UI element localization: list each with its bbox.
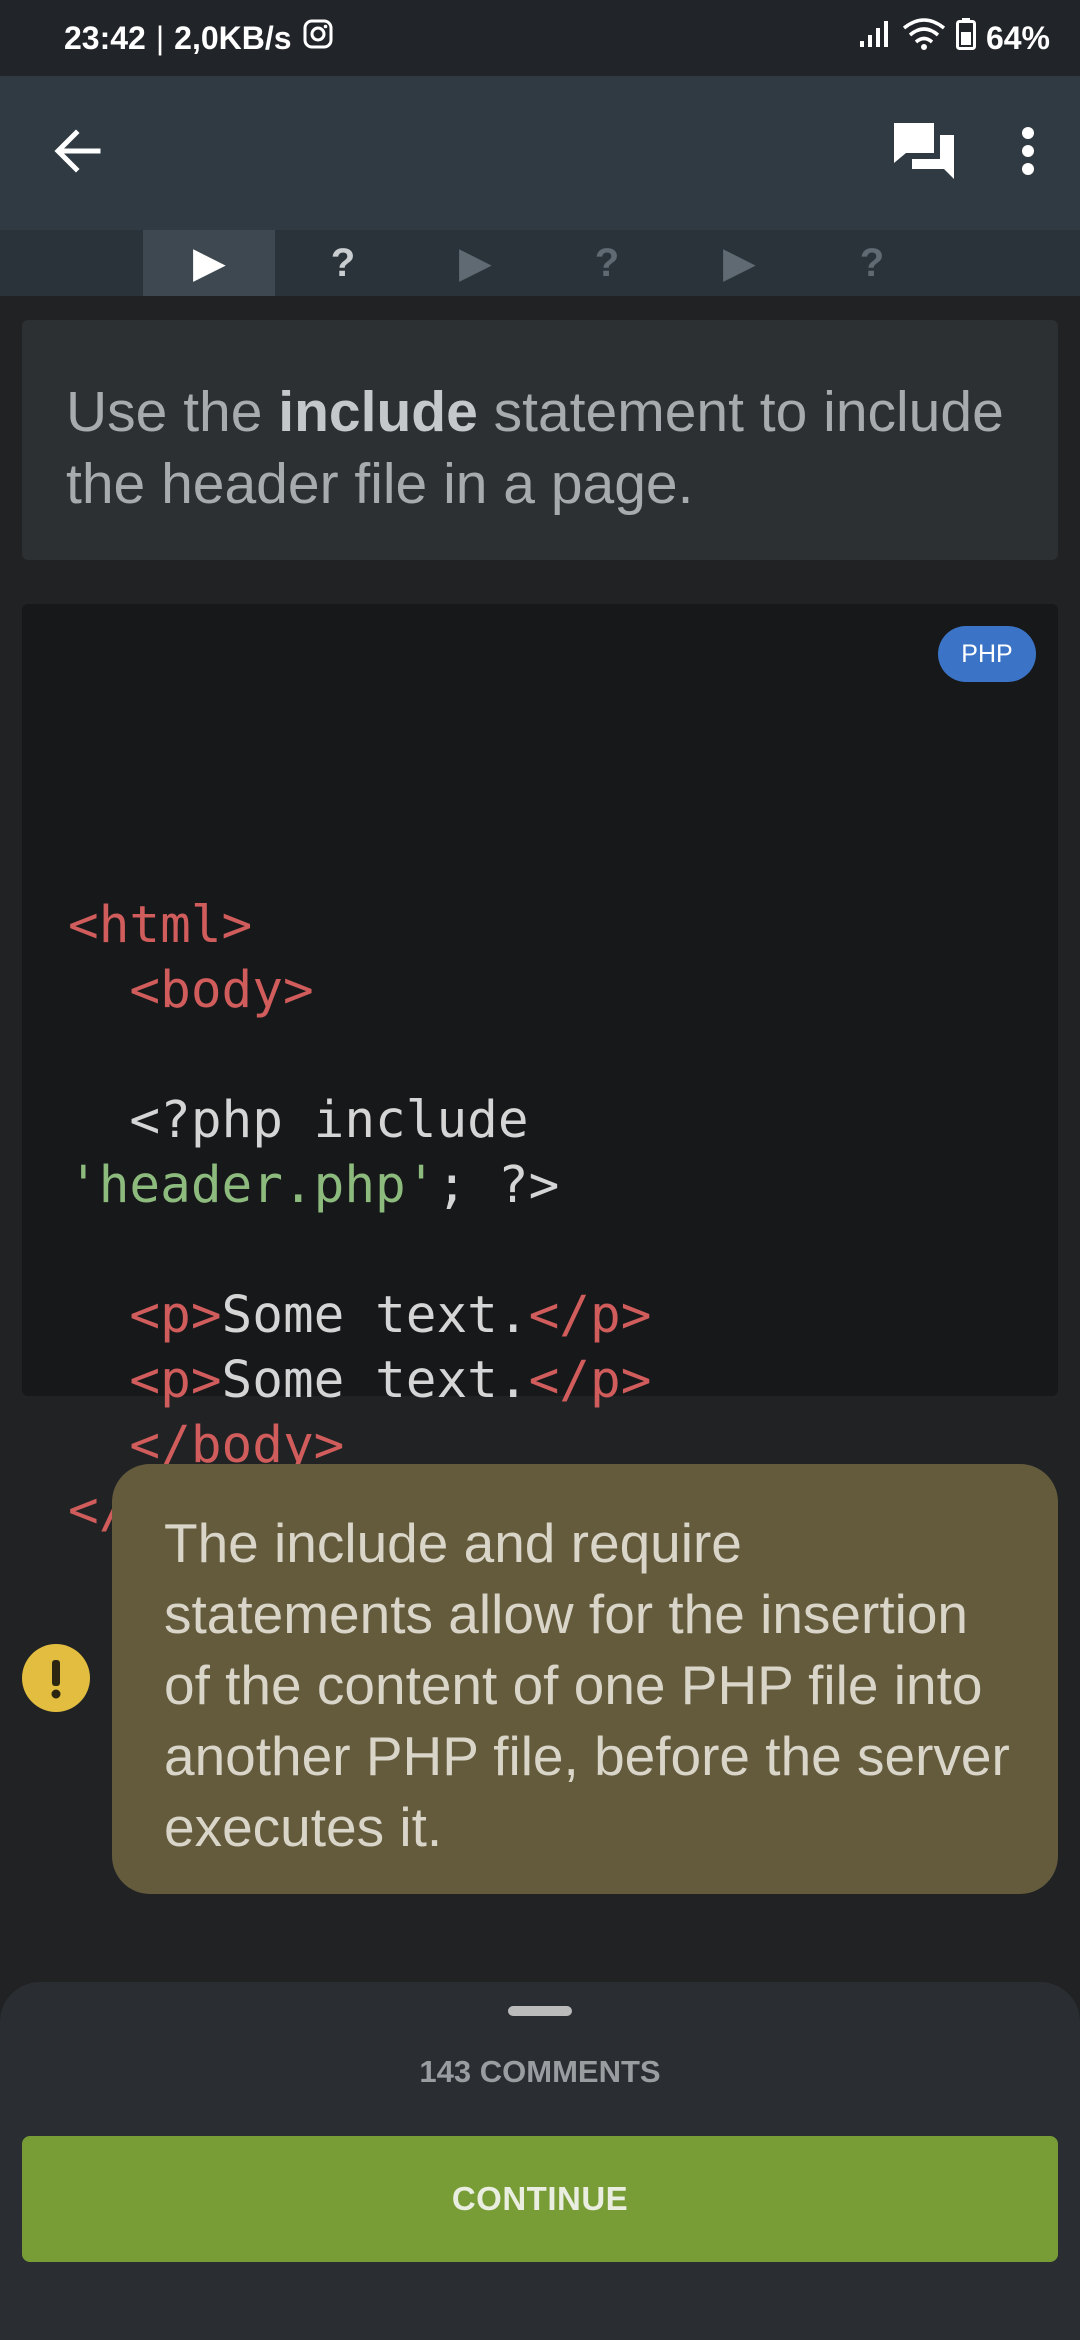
step-lesson-3[interactable]: ▶ [409, 230, 541, 296]
more-vert-icon[interactable] [1020, 126, 1036, 181]
status-bar-right: 64% [858, 17, 1050, 59]
step-quiz-4[interactable]: ? [541, 230, 673, 296]
comments-count-link[interactable]: 143 COMMENTS [0, 2054, 1080, 2090]
code-line: <?php include [68, 1088, 1058, 1153]
code-token: <p> [129, 1351, 222, 1410]
code-token: Some text. [221, 1351, 529, 1410]
bottom-sheet: 143 COMMENTS CONTINUE [0, 1982, 1080, 2340]
code-line: <html> [68, 893, 1058, 958]
wifi-icon [902, 17, 946, 59]
code-block: PHP <html> <body> <?php include'header.p… [22, 604, 1058, 1540]
code-token: <body> [129, 961, 314, 1020]
note-bubble: The include and require statements allow… [112, 1464, 1058, 1894]
app-bar-actions [892, 121, 1036, 186]
code-lines: <html> <body> <?php include'header.php';… [68, 893, 1058, 1543]
battery-icon [955, 18, 976, 58]
sheet-drag-handle[interactable] [508, 2006, 572, 2016]
code-token: 'header.php' [68, 1156, 437, 1215]
code-token: ; ?> [436, 1156, 560, 1215]
instruction-keyword: include [278, 380, 478, 444]
note-text: The include and require statements allow… [164, 1512, 1010, 1858]
code-token: <?php include [68, 1091, 529, 1150]
language-badge: PHP [938, 626, 1036, 682]
code-token: <p> [129, 1286, 222, 1345]
status-bar: 23:42 | 2,0KB/s 64% [0, 0, 1080, 76]
code-token: </p> [528, 1351, 652, 1410]
code-token: Some text. [221, 1286, 529, 1345]
step-quiz-6[interactable]: ? [806, 230, 938, 296]
network-speed: 2,0KB/s [174, 19, 292, 56]
back-arrow-icon[interactable] [50, 123, 106, 184]
instruction-card: Use the include statement to include the… [22, 320, 1058, 560]
signal-icon [858, 19, 892, 57]
step-lesson-1[interactable]: ▶ [143, 230, 275, 296]
status-bar-left: 23:42 | 2,0KB/s [64, 18, 334, 58]
status-time: 23:42 [64, 19, 146, 56]
code-line: <p>Some text.</p> [68, 1283, 1058, 1348]
lesson-step-bar: ▶? ▶? ▶? [0, 230, 1080, 296]
code-line: <p>Some text.</p> [68, 1348, 1058, 1413]
code-token: <html> [68, 896, 253, 955]
step-lesson-5[interactable]: ▶ [673, 230, 805, 296]
status-separator: | [155, 19, 165, 56]
continue-button[interactable]: CONTINUE [22, 2136, 1058, 2262]
step-quiz-2[interactable]: ? [277, 230, 409, 296]
app-bar [0, 76, 1080, 230]
code-line: 'header.php'; ?> [68, 1153, 1058, 1218]
instagram-icon [302, 18, 334, 58]
exclamation-icon [22, 1644, 90, 1712]
instruction-text-before: Use the [66, 380, 279, 444]
comments-icon[interactable] [892, 121, 956, 186]
battery-level: 64% [985, 19, 1050, 56]
code-token: </p> [528, 1286, 652, 1345]
code-line: <body> [68, 958, 1058, 1023]
